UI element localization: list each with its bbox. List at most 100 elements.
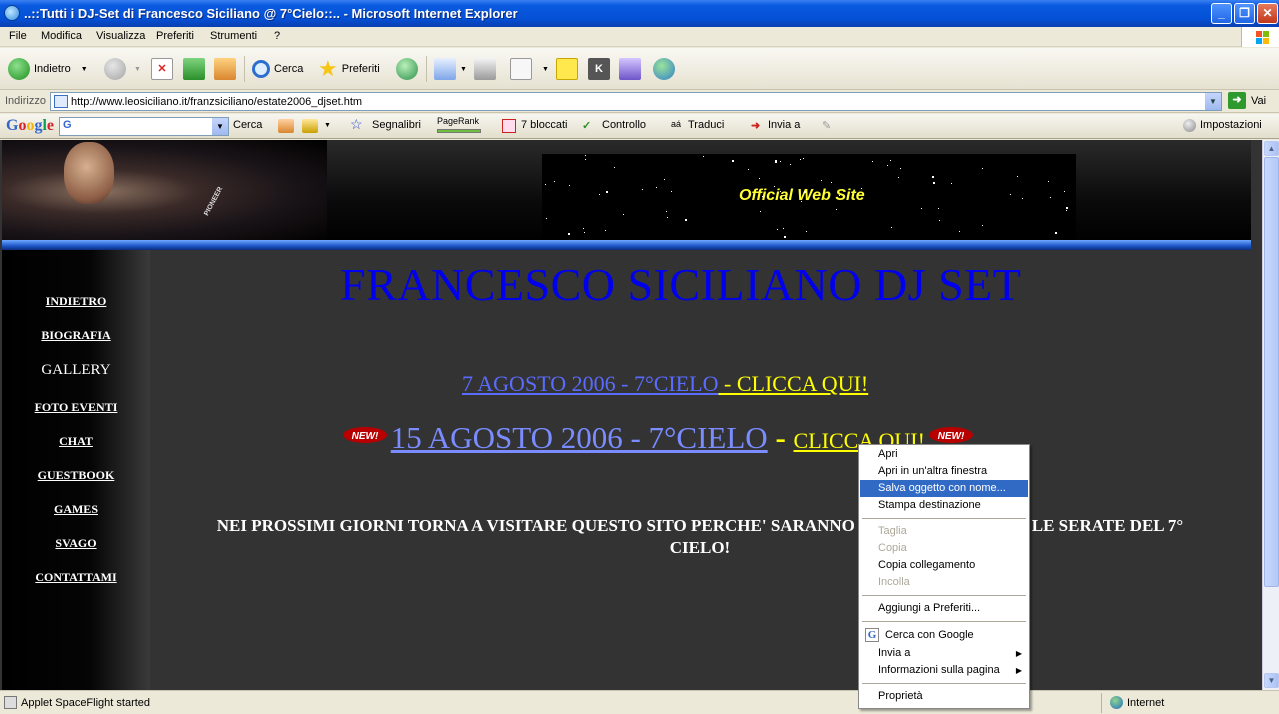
dj-set-link-15-agosto[interactable]: 15 AGOSTO 2006 - 7°CIELO [391,420,768,455]
menu-file[interactable]: File [9,30,27,42]
dj-set-link-7-agosto[interactable]: 7 AGOSTO 2006 - 7°CIELO [462,371,719,396]
nav-games[interactable]: GAMES [2,502,150,517]
address-bar: Indirizzo http://www.leosiciliano.it/fra… [0,90,1279,113]
nav-foto-eventi[interactable]: FOTO EVENTI [2,400,150,415]
star-dot [803,158,804,159]
star-dot [656,187,657,188]
bookmarks-button[interactable]: Segnalibri [372,119,421,131]
scroll-up-button[interactable]: ▲ [1264,141,1279,156]
notice-line-1: NEI PROSSIMI GIORNI TORNA A VISITARE QUE… [216,516,1184,535]
k-button[interactable]: K [588,56,610,82]
send-to-icon: ➜ [751,120,761,132]
menu-item-proprieta[interactable]: Proprietà [860,688,1028,705]
chevron-down-icon[interactable]: ▼ [460,66,467,73]
star-dot [667,217,668,218]
messenger-button[interactable] [653,56,675,82]
address-url[interactable]: http://www.leosiciliano.it/franzsicilian… [71,96,362,108]
history-icon [396,58,418,80]
page-title: FRANCESCO SICILIANO DJ SET [340,259,1022,310]
favorites-button[interactable]: ★ Preferiti [318,56,380,82]
spellcheck-button[interactable]: Controllo [602,119,646,131]
menu-item-stampa-destinazione[interactable]: Stampa destinazione [860,497,1028,514]
notes-button[interactable] [556,56,578,82]
blocked-count[interactable]: 7 bloccati [521,119,567,131]
search-button[interactable]: Cerca [252,56,303,82]
nav-biografia[interactable]: BIOGRAFIA [2,328,150,343]
send-to-button[interactable]: Invia a [768,119,800,131]
go-button[interactable]: ➜ Vai [1228,92,1266,109]
close-button[interactable]: ✕ [1257,3,1278,24]
google-logo[interactable]: Google [6,117,54,135]
pioneer-logo: PIONEER [203,185,225,218]
menu-help[interactable]: ? [274,30,280,42]
stop-button[interactable]: ✕ [151,56,173,82]
menu-item-aggiungi-preferiti[interactable]: Aggiungi a Preferiti... [860,600,1028,617]
menu-item-informazioni-pagina[interactable]: Informazioni sulla pagina ▶ [860,662,1028,679]
scroll-down-button[interactable]: ▼ [1264,673,1279,688]
address-input[interactable]: http://www.leosiciliano.it/franzsicilian… [50,92,1222,111]
menu-modifica[interactable]: Modifica [41,30,82,42]
mail-button[interactable]: ▼ [434,56,467,82]
menu-item-invia-a[interactable]: Invia a ▶ [860,645,1028,662]
menu-item-cerca-google[interactable]: G Cerca con Google [860,627,1028,644]
star-dot [839,195,840,196]
vertical-scrollbar[interactable]: ▲ ▼ [1262,140,1279,690]
dj-face [64,142,114,204]
clicca-qui-link-1[interactable]: - CLICCA QUI! [719,371,868,396]
forward-button[interactable]: ▼ [104,56,141,82]
buttons-icon[interactable] [302,119,318,133]
history-button[interactable] [396,56,418,82]
minimize-button[interactable]: _ [1211,3,1232,24]
nav-gallery[interactable]: GALLERY [2,362,150,379]
scrollbar-thumb[interactable] [1264,157,1279,587]
nav-contattami[interactable]: CONTATTAMI [2,570,150,585]
highlight-icon[interactable]: ✎ [822,119,831,132]
bookmark-star-icon[interactable]: ☆ [350,116,363,133]
translate-icon: aá [671,119,682,129]
print-button[interactable] [474,56,496,82]
nav-chat[interactable]: CHAT [2,434,150,449]
maximize-button[interactable]: ❐ [1234,3,1255,24]
menu-visualizza[interactable]: Visualizza [96,30,145,42]
chevron-down-icon[interactable]: ▼ [212,118,228,135]
menu-item-salva-oggetto[interactable]: Salva oggetto con nome... [860,480,1028,497]
refresh-button[interactable] [183,56,205,82]
nav-svago[interactable]: SVAGO [2,536,150,551]
back-button[interactable]: Indietro ▼ [8,56,88,82]
home-button[interactable] [214,56,236,82]
translate-button[interactable]: Traduci [688,119,724,131]
chevron-down-icon[interactable]: ▼ [81,66,88,73]
star-dot [951,183,952,184]
google-search-button[interactable]: Cerca [233,119,262,131]
star-dot [939,220,940,221]
space-flight-applet[interactable]: Official Web Site [542,154,1076,242]
page-content: PIONEER Official Web Site INDIETRO BIOGR… [0,140,1262,690]
menu-item-apri-altra-finestra[interactable]: Apri in un'altra finestra [860,463,1028,480]
settings-icon [1183,119,1196,132]
nav-indietro[interactable]: INDIETRO [2,294,150,309]
menu-item-label: Proprietà [878,690,923,702]
star-icon: ★ [318,56,338,81]
popup-blocker-icon[interactable] [502,119,516,133]
spellcheck-icon[interactable]: ✓ [582,119,591,132]
menu-strumenti[interactable]: Strumenti [210,30,257,42]
google-search-input[interactable]: G ▼ [59,117,229,136]
research-button[interactable] [619,56,641,82]
zone-label: Internet [1127,697,1165,709]
pagerank-label[interactable]: PageRank [437,116,479,126]
menu-item-apri[interactable]: Apri [860,446,1028,463]
menu-preferiti[interactable]: Preferiti [156,30,194,42]
menu-item-copia-collegamento[interactable]: Copia collegamento [860,557,1028,574]
star-dot [546,218,547,219]
settings-button[interactable]: Impostazioni [1200,119,1262,131]
security-zone: Internet [1101,693,1279,713]
news-icon[interactable] [278,119,294,133]
chevron-down-icon[interactable]: ▼ [542,66,549,73]
star-dot [664,179,665,180]
address-dropdown-icon[interactable]: ▼ [1205,93,1221,110]
chevron-down-icon[interactable]: ▼ [134,66,141,73]
edit-button[interactable]: ▼ [510,56,549,82]
menu-item-label: Aggiungi a Preferiti... [878,602,981,614]
chevron-down-icon[interactable]: ▼ [324,122,331,129]
nav-guestbook[interactable]: GUESTBOOK [2,468,150,483]
